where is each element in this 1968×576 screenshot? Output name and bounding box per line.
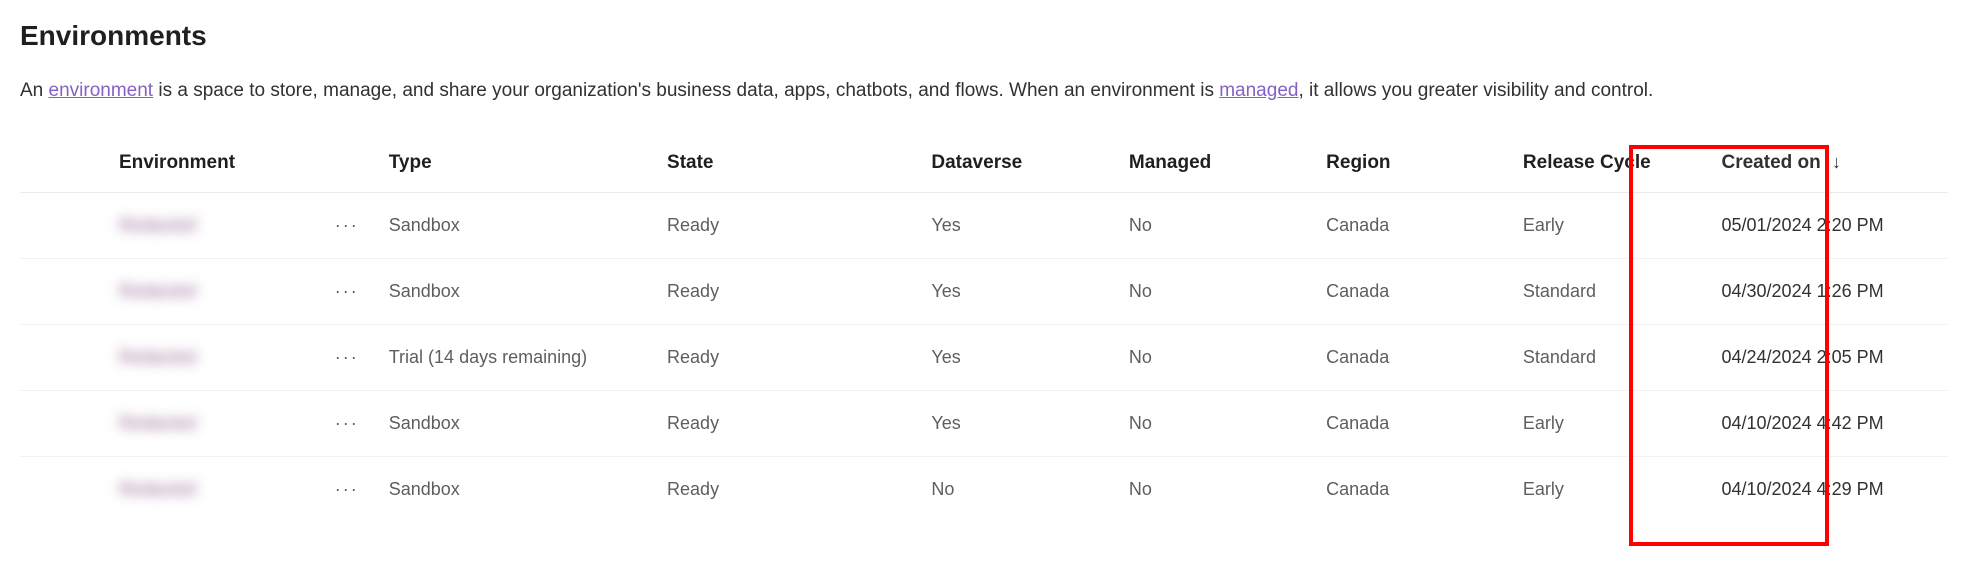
managed-cell: No [1117, 193, 1314, 259]
more-actions-button[interactable]: ··· [331, 211, 363, 240]
col-release-header[interactable]: Release Cycle [1511, 138, 1710, 193]
row-actions-cell: ··· [317, 457, 377, 523]
env-name-link[interactable]: Redacted [119, 479, 196, 500]
env-name-link[interactable]: Redacted [119, 413, 196, 434]
release-cycle-cell: Early [1511, 391, 1710, 457]
type-cell: Sandbox [377, 259, 655, 325]
state-cell: Ready [655, 457, 919, 523]
dataverse-cell: Yes [919, 259, 1117, 325]
env-name-cell[interactable]: Redacted [79, 391, 317, 457]
type-cell: Sandbox [377, 457, 655, 523]
row-checkbox-cell[interactable] [20, 193, 79, 259]
table-row[interactable]: Redacted···SandboxReadyNoNoCanadaEarly04… [20, 457, 1948, 523]
row-checkbox-cell[interactable] [20, 259, 79, 325]
managed-link[interactable]: managed [1219, 80, 1298, 101]
created-on-cell: 04/30/2024 1:26 PM [1710, 259, 1949, 325]
intro-mid: is a space to store, manage, and share y… [153, 80, 1219, 101]
table-row[interactable]: Redacted ··· Trial (14 days remaining)Read… [20, 325, 1948, 391]
created-on-cell: 04/10/2024 4:29 PM [1710, 457, 1949, 523]
created-on-cell: 04/10/2024 4:42 PM [1710, 391, 1949, 457]
managed-cell: No [1117, 457, 1314, 523]
created-on-cell: 05/01/2024 2:20 PM [1710, 193, 1949, 259]
state-cell: Ready [655, 391, 919, 457]
type-cell: Trial (14 days remaining) [377, 325, 655, 391]
env-name-cell[interactable]: Redacted [79, 259, 317, 325]
col-type-header[interactable]: Type [377, 138, 655, 193]
more-actions-button[interactable]: ··· [331, 343, 363, 372]
col-region-header[interactable]: Region [1314, 138, 1511, 193]
state-cell: Ready [655, 325, 919, 391]
row-actions-cell: ··· [317, 193, 377, 259]
dataverse-cell: Yes [919, 193, 1117, 259]
col-dataverse-header[interactable]: Dataverse [919, 138, 1117, 193]
env-name-link[interactable]: Redacted [119, 215, 196, 236]
region-cell: Canada [1314, 325, 1511, 391]
more-actions-button[interactable]: ··· [331, 475, 363, 504]
dataverse-cell: No [919, 457, 1117, 523]
table-header-row: Environment Type State Dataverse Managed… [20, 138, 1948, 193]
env-name-link[interactable]: Redacted [119, 281, 196, 302]
dataverse-cell: Yes [919, 391, 1117, 457]
col-environment-header[interactable]: Environment [79, 138, 317, 193]
region-cell: Canada [1314, 193, 1511, 259]
managed-cell: No [1117, 391, 1314, 457]
release-cycle-cell: Early [1511, 193, 1710, 259]
col-managed-header[interactable]: Managed [1117, 138, 1314, 193]
managed-cell: No [1117, 325, 1314, 391]
release-cycle-cell: Standard [1511, 259, 1710, 325]
state-cell: Ready [655, 259, 919, 325]
release-cycle-cell: Early [1511, 457, 1710, 523]
table-row[interactable]: Redacted ··· SandboxReadyYesNoCanadaStanda… [20, 259, 1948, 325]
row-actions-cell: ··· [317, 391, 377, 457]
env-name-cell[interactable]: Redacted [79, 193, 317, 259]
created-on-label: Created on [1722, 152, 1821, 173]
env-name-cell[interactable]: Redacted [79, 325, 317, 391]
col-actions-header [317, 138, 377, 193]
more-actions-button[interactable]: ··· [331, 409, 363, 438]
row-checkbox-cell[interactable] [20, 391, 79, 457]
state-cell: Ready [655, 193, 919, 259]
row-checkbox-cell[interactable] [20, 457, 79, 523]
created-on-cell: 04/24/2024 2:05 PM [1710, 325, 1949, 391]
sort-descending-icon: ↓ [1832, 152, 1841, 173]
region-cell: Canada [1314, 259, 1511, 325]
environments-table: Environment Type State Dataverse Managed… [20, 138, 1948, 522]
dataverse-cell: Yes [919, 325, 1117, 391]
release-cycle-cell: Standard [1511, 325, 1710, 391]
region-cell: Canada [1314, 457, 1511, 523]
col-checkbox [20, 138, 79, 193]
env-name-cell[interactable]: Redacted [79, 457, 317, 523]
row-actions-cell: ··· [317, 259, 377, 325]
more-actions-button[interactable]: ··· [331, 277, 363, 306]
type-cell: Sandbox [377, 193, 655, 259]
page-title: Environments [20, 20, 1948, 52]
table-row[interactable]: Redacted ··· SandboxReadyYesNoCanadaEarly0… [20, 391, 1948, 457]
table-row[interactable]: Redacted ··· SandboxReadyYesNoCanadaEarly0… [20, 193, 1948, 259]
environment-link[interactable]: environment [49, 80, 154, 101]
intro-suffix: , it allows you greater visibility and c… [1298, 80, 1653, 101]
env-name-link[interactable]: Redacted [119, 347, 196, 368]
col-created-header[interactable]: Created on ↓ [1710, 138, 1949, 193]
type-cell: Sandbox [377, 391, 655, 457]
intro-prefix: An [20, 80, 49, 101]
intro-text: An environment is a space to store, mana… [20, 80, 1948, 102]
row-checkbox-cell[interactable] [20, 325, 79, 391]
managed-cell: No [1117, 259, 1314, 325]
col-state-header[interactable]: State [655, 138, 919, 193]
row-actions-cell: ··· [317, 325, 377, 391]
region-cell: Canada [1314, 391, 1511, 457]
